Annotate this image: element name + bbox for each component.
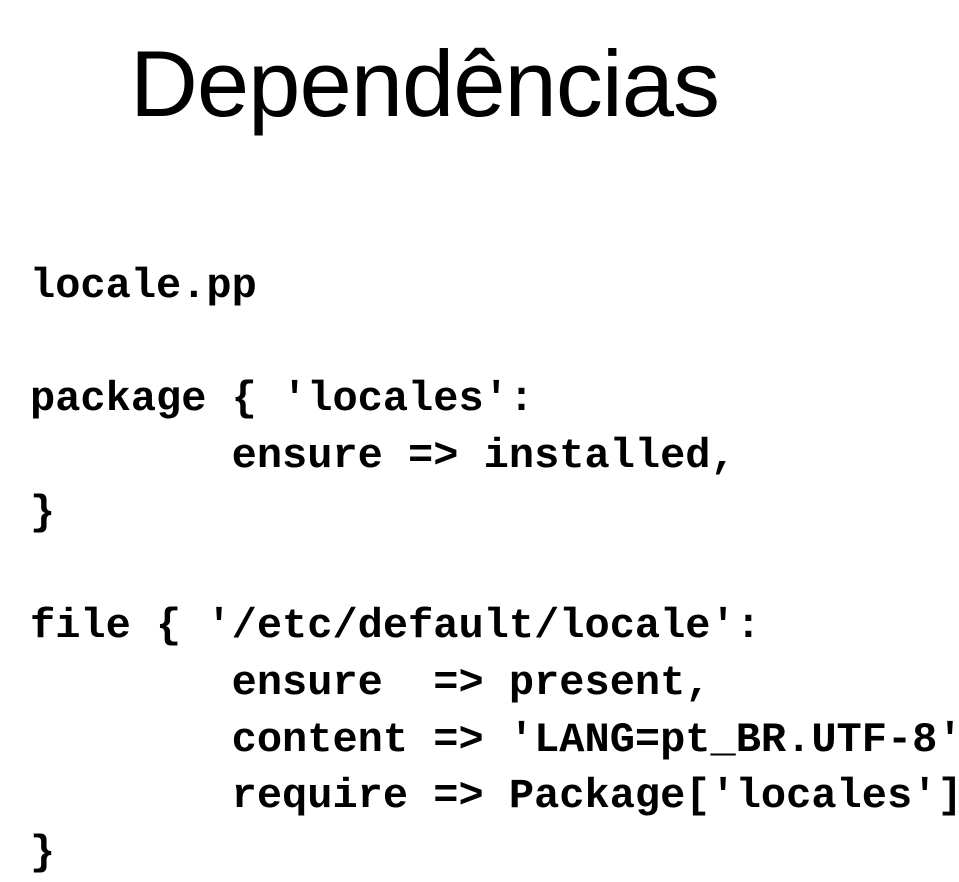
code-line-1: locale.pp bbox=[30, 262, 257, 310]
page-title: Dependências bbox=[130, 30, 929, 138]
code-line-10: require => Package['locales'], bbox=[30, 772, 959, 820]
code-line-3: package { 'locales': bbox=[30, 375, 534, 423]
code-line-9: content => 'LANG=pt_BR.UTF-8', bbox=[30, 716, 959, 764]
code-line-5: } bbox=[30, 489, 55, 537]
code-line-4: ensure => installed, bbox=[30, 432, 736, 480]
code-block: locale.pp package { 'locales': ensure =>… bbox=[30, 258, 929, 882]
code-line-8: ensure => present, bbox=[30, 659, 711, 707]
code-line-7: file { '/etc/default/locale': bbox=[30, 602, 761, 650]
code-line-11: } bbox=[30, 829, 55, 877]
